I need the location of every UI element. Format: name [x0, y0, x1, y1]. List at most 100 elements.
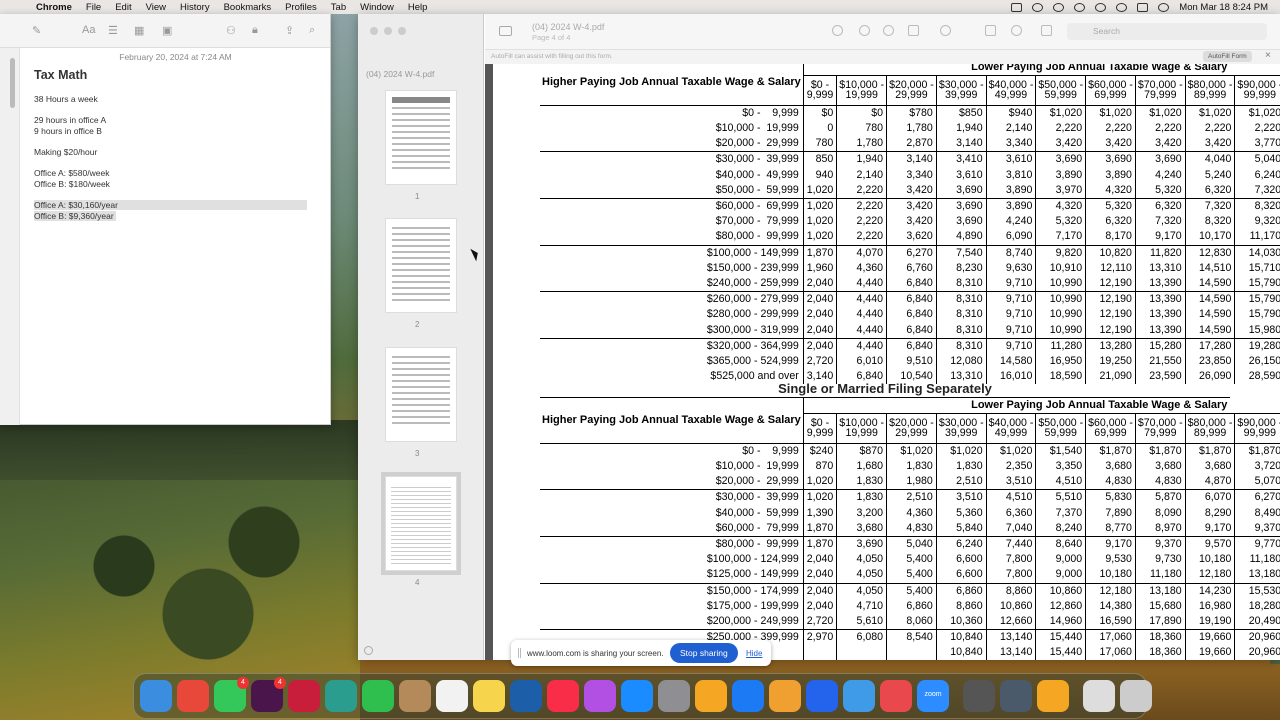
note-line-selected[interactable]: Office A: $30,160/year — [34, 200, 307, 210]
system-settings-icon[interactable] — [658, 680, 690, 712]
finder-icon[interactable] — [140, 680, 172, 712]
note-line[interactable]: 38 Hours a week — [34, 94, 98, 104]
stop-sharing-button[interactable]: Stop sharing — [670, 643, 738, 663]
music-icon[interactable] — [547, 680, 579, 712]
note-line[interactable]: 29 hours in office A — [34, 115, 106, 125]
freeform-icon[interactable] — [510, 680, 542, 712]
menu-history[interactable]: History — [180, 2, 210, 13]
close-icon[interactable]: × — [1265, 50, 1271, 61]
form-fill-icon[interactable] — [1041, 25, 1052, 36]
share-icon[interactable] — [908, 25, 919, 36]
calculator-icon[interactable] — [963, 680, 995, 712]
table-cell: $940 — [985, 105, 1036, 121]
pdf-page[interactable]: Higher Paying Job Annual Taxable Wage & … — [485, 64, 1280, 660]
page-thumbnail-2[interactable] — [385, 218, 457, 313]
markup-icon[interactable] — [1011, 25, 1022, 36]
menu-bookmarks[interactable]: Bookmarks — [224, 2, 272, 13]
menu-view[interactable]: View — [146, 2, 166, 13]
close-button[interactable] — [370, 27, 378, 35]
search-icon[interactable] — [1116, 2, 1128, 12]
table-cell: 3,140 — [935, 136, 987, 152]
document-title[interactable]: (04) 2024 W-4.pdf — [532, 22, 604, 32]
lock-icon[interactable]: 🔒︎ — [252, 24, 258, 37]
table-cell: 3,510 — [985, 474, 1036, 490]
sidebar-options-icon[interactable] — [364, 646, 373, 655]
menu-clock[interactable]: Mon Mar 18 8:24 PM — [1179, 2, 1268, 13]
dropbox-icon[interactable] — [1011, 2, 1023, 12]
cluster-icon[interactable] — [880, 680, 912, 712]
minimize-button[interactable] — [384, 27, 392, 35]
do-not-disturb-icon[interactable] — [1095, 2, 1107, 12]
page-thumbnail-4-selected[interactable] — [381, 472, 461, 575]
menu-file[interactable]: File — [86, 2, 101, 13]
zoom-in-icon[interactable] — [883, 25, 894, 36]
search-field[interactable]: Search — [1067, 23, 1267, 40]
checklist-icon[interactable]: ☰ — [108, 24, 118, 37]
zoom-button[interactable] — [398, 27, 406, 35]
table-icon[interactable]: ▦ — [134, 24, 144, 37]
chrome-icon[interactable] — [177, 680, 209, 712]
zoom-out-icon[interactable] — [859, 25, 870, 36]
safari-icon[interactable] — [732, 680, 764, 712]
sidebar-toggle-icon[interactable] — [499, 26, 512, 36]
record-icon[interactable] — [1053, 2, 1065, 12]
messages-icon[interactable]: 4 — [214, 677, 249, 712]
pages-icon[interactable] — [1037, 680, 1069, 712]
app-store-icon[interactable] — [621, 680, 653, 712]
mail-icon[interactable] — [843, 680, 875, 712]
slack-icon[interactable]: 4 — [251, 677, 286, 712]
autofill-form-button[interactable]: AutoFill Form — [1203, 51, 1252, 62]
menu-window[interactable]: Window — [360, 2, 394, 13]
table-cell: 2,220 — [1184, 120, 1235, 137]
note-title[interactable]: Tax Math — [34, 68, 87, 82]
menu-app-name[interactable]: Chrome — [36, 2, 72, 13]
siri-icon[interactable] — [1158, 2, 1170, 12]
info-icon[interactable] — [832, 25, 843, 36]
table-cell: 4,440 — [836, 322, 887, 339]
preview-icon[interactable] — [1000, 680, 1032, 712]
collaborate-icon[interactable]: ⚇ — [226, 24, 236, 37]
hide-button[interactable]: Hide — [746, 649, 762, 658]
drag-handle-icon[interactable] — [518, 648, 521, 658]
format-text-icon[interactable]: Aa — [82, 24, 95, 36]
note-line[interactable]: 9 hours in office B — [34, 126, 102, 136]
reminders-icon[interactable] — [436, 680, 468, 712]
note-line-selected[interactable]: Office B: $9,360/year — [34, 211, 116, 221]
note-line[interactable]: Making $20/hour — [34, 147, 97, 157]
podcasts-icon[interactable] — [584, 680, 616, 712]
page-thumbnail-1[interactable] — [385, 90, 457, 185]
markup-pen-icon[interactable] — [940, 25, 951, 36]
facetime-icon[interactable] — [362, 680, 394, 712]
rotate-icon[interactable] — [985, 25, 996, 36]
control-center-icon[interactable] — [1137, 2, 1149, 12]
zoom-icon[interactable]: zoom — [917, 680, 949, 712]
1password-icon[interactable] — [806, 680, 838, 712]
menu-help[interactable]: Help — [408, 2, 428, 13]
notes-icon[interactable] — [473, 680, 505, 712]
search-icon[interactable]: ⌕ — [309, 24, 315, 37]
note-line[interactable]: Office A: $580/week — [34, 168, 109, 178]
parallels-icon[interactable] — [288, 680, 320, 712]
table-cell: 6,860 — [935, 582, 987, 599]
share-icon[interactable]: ⇪ — [285, 24, 294, 37]
menu-profiles[interactable]: Profiles — [285, 2, 317, 13]
wifi-icon[interactable] — [1074, 2, 1086, 12]
table-cell: 7,170 — [1035, 229, 1086, 246]
media-icon[interactable]: ▣ — [162, 24, 172, 37]
notes-scrollbar[interactable] — [10, 58, 15, 108]
menu-edit[interactable]: Edit — [115, 2, 131, 13]
table-cell: 13,280 — [1085, 337, 1136, 354]
page-thumbnail-3[interactable] — [385, 347, 457, 442]
table-cell: 4,050 — [836, 567, 887, 584]
trash-icon[interactable] — [1120, 680, 1152, 712]
photos-icon[interactable] — [695, 680, 727, 712]
menu-tab[interactable]: Tab — [331, 2, 346, 13]
maps-icon[interactable] — [325, 680, 357, 712]
contacts-icon[interactable] — [399, 680, 431, 712]
launchpad-icon[interactable] — [769, 680, 801, 712]
note-line[interactable]: Office B: $180/week — [34, 179, 110, 189]
documents-icon[interactable] — [1083, 680, 1115, 712]
circle-status-icon[interactable] — [1032, 2, 1044, 12]
compose-icon[interactable]: ✎ — [32, 24, 41, 37]
table-cell: 2,040 — [802, 307, 837, 323]
